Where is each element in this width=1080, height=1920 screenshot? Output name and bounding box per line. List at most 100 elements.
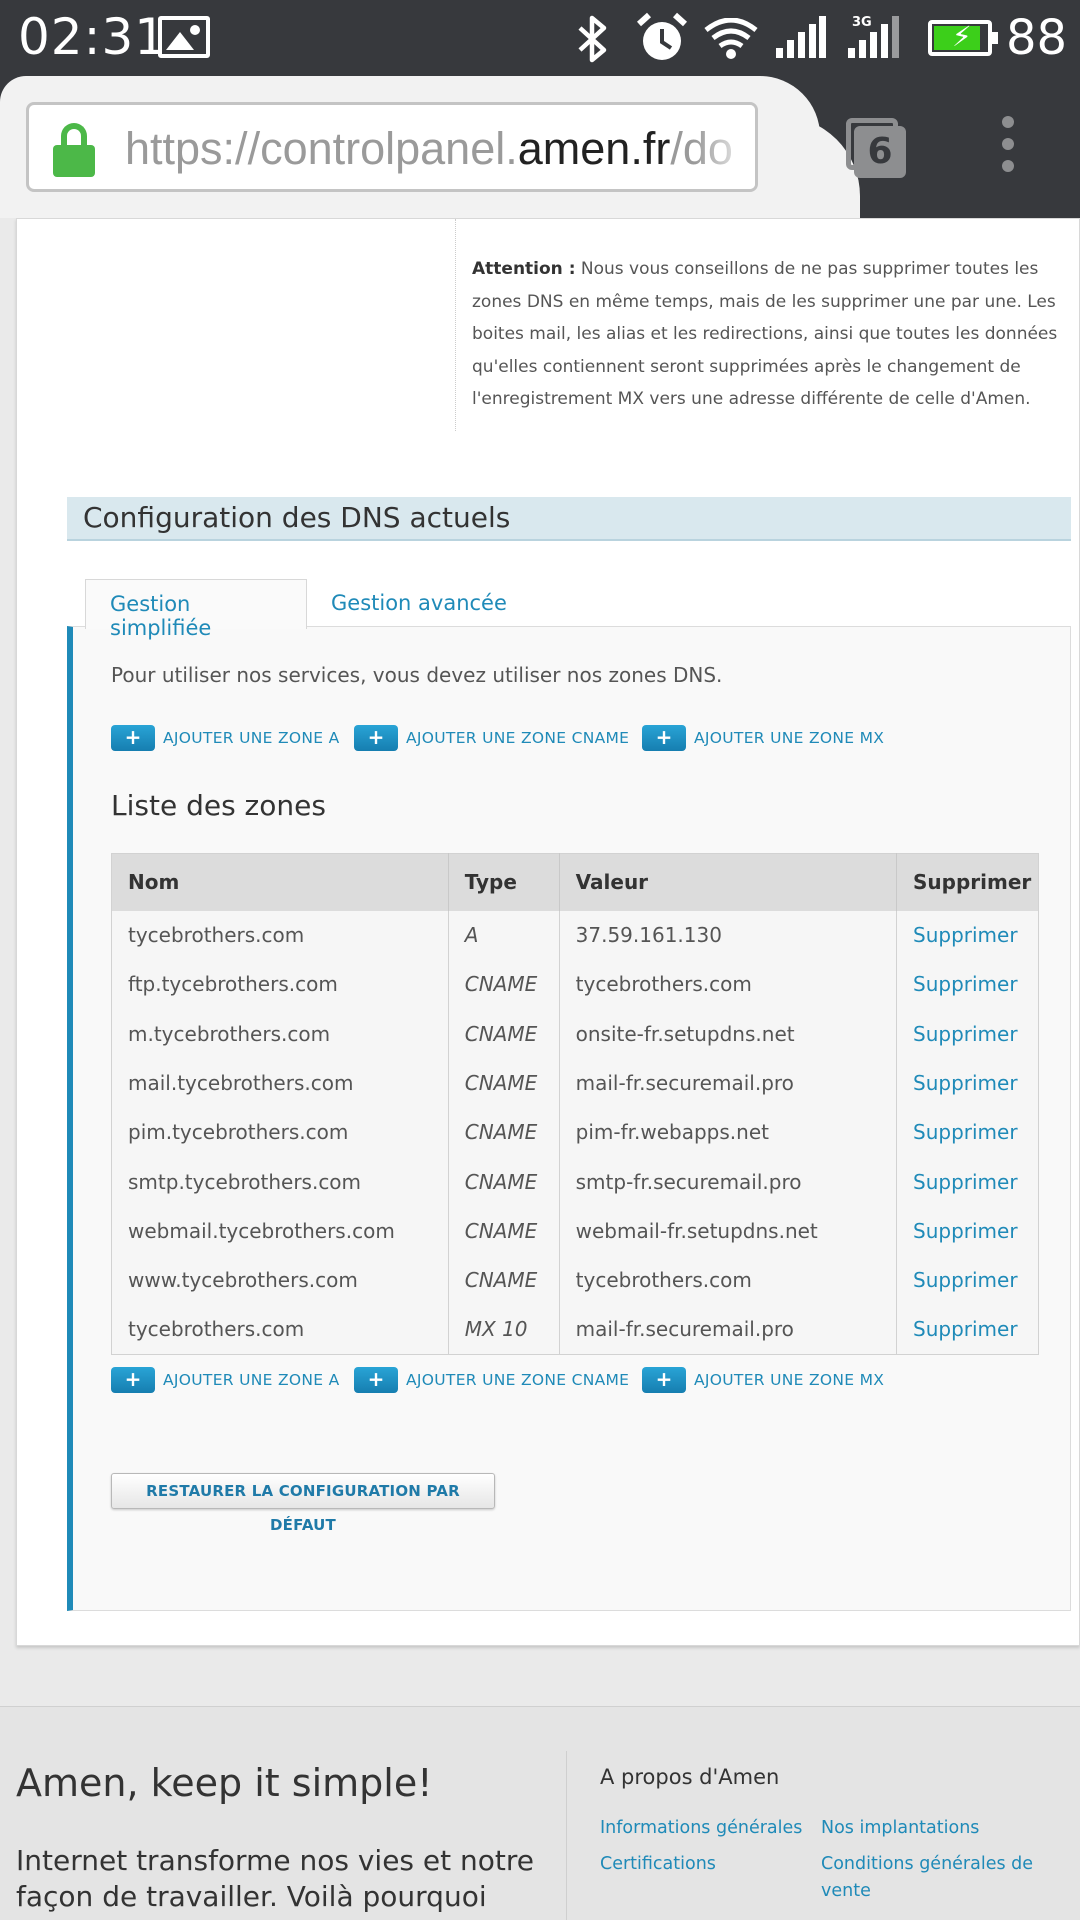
table-row: smtp.tycebrothers.com CNAME smtp-fr.secu…	[112, 1156, 1039, 1207]
table-row: tycebrothers.com A 37.59.161.130 Supprim…	[112, 910, 1039, 960]
zone-type: CNAME	[447, 1255, 560, 1305]
zones-table: Nom Type Valeur Supprimer tycebrothers.c…	[111, 853, 1039, 1355]
zone-name: www.tycebrothers.com	[128, 1268, 358, 1293]
attention-body: Nous vous conseillons de ne pas supprime…	[472, 259, 1058, 409]
zone-name: tycebrothers.com	[128, 1317, 305, 1342]
url-text[interactable]: https://controlpanel.amen.fr/do	[125, 123, 733, 175]
table-row: www.tycebrothers.com CNAME tycebrothers.…	[112, 1255, 1039, 1305]
zone-value: webmail-fr.setupdns.net	[558, 1206, 897, 1256]
zone-value: onsite-fr.setupdns.net	[558, 1009, 897, 1059]
battery-charging-icon: ⚡	[928, 20, 998, 56]
delete-zone-link[interactable]: Supprimer	[896, 910, 1039, 960]
wifi-icon	[704, 18, 758, 59]
zone-value: pim-fr.webapps.net	[558, 1107, 897, 1157]
tab-switcher-button[interactable]: 6	[846, 118, 906, 178]
table-row: m.tycebrothers.com CNAME onsite-fr.setup…	[112, 1009, 1039, 1059]
tab-gestion-simplifiee[interactable]: Gestion simplifiée	[85, 579, 307, 640]
add-zone-a-label: AJOUTER UNE ZONE A	[163, 1371, 340, 1389]
column-header-valeur: Valeur	[558, 853, 897, 911]
zone-value: mail-fr.securemail.pro	[558, 1058, 897, 1108]
status-bar: 02:31 3G ⚡ 88	[0, 0, 1080, 76]
tab-panel: Pour utiliser nos services, vous devez u…	[67, 626, 1071, 1611]
zone-type: CNAME	[447, 1058, 560, 1108]
web-page: Attention : Nous vous conseillons de ne …	[0, 218, 1080, 1920]
zone-name: m.tycebrothers.com	[128, 1021, 331, 1046]
zone-name: tycebrothers.com	[128, 923, 305, 948]
bluetooth-icon	[578, 15, 607, 63]
zone-type: MX 10	[447, 1304, 560, 1355]
section-header: Configuration des DNS actuels	[67, 497, 1071, 541]
add-zone-a-label: AJOUTER UNE ZONE A	[163, 729, 340, 747]
plus-icon: +	[354, 1367, 398, 1393]
zone-name: mail.tycebrothers.com	[128, 1071, 354, 1096]
add-zone-mx-label: AJOUTER UNE ZONE MX	[694, 1371, 885, 1389]
attention-notice: Attention : Nous vous conseillons de ne …	[455, 219, 1065, 431]
footer-link-certifications[interactable]: Certifications	[600, 1851, 716, 1878]
overflow-menu-icon[interactable]	[996, 116, 1020, 176]
plus-icon: +	[642, 725, 686, 751]
delete-zone-link[interactable]: Supprimer	[896, 1156, 1039, 1207]
footer-divider	[566, 1751, 567, 1920]
add-zone-cname-label: AJOUTER UNE ZONE CNAME	[406, 729, 630, 747]
panel-intro: Pour utiliser nos services, vous devez u…	[111, 663, 723, 687]
delete-zone-link[interactable]: Supprimer	[896, 1206, 1039, 1256]
column-header-type: Type	[447, 853, 560, 911]
battery-percent: 88	[1006, 10, 1068, 66]
alarm-icon	[636, 12, 688, 60]
zone-value: 37.59.161.130	[558, 910, 897, 960]
table-row: pim.tycebrothers.com CNAME pim-fr.webapp…	[112, 1107, 1039, 1157]
footer-link-informations-generales[interactable]: Informations générales	[600, 1815, 802, 1842]
tab-gestion-avancee[interactable]: Gestion avancée	[307, 579, 537, 627]
table-header-row: Nom Type Valeur Supprimer	[111, 853, 1039, 911]
footer-intro: Internet transforme nos vies et notre fa…	[16, 1844, 534, 1913]
plus-icon: +	[354, 725, 398, 751]
zone-type: CNAME	[447, 1107, 560, 1157]
browser-toolbar: https://controlpanel.amen.fr/do 6	[0, 76, 1080, 218]
url-prefix: https://controlpanel.	[125, 123, 518, 174]
zone-type: CNAME	[447, 1009, 560, 1059]
zone-value: tycebrothers.com	[558, 1255, 897, 1305]
attention-label: Attention :	[472, 259, 576, 279]
delete-zone-link[interactable]: Supprimer	[896, 1107, 1039, 1157]
site-footer: Amen, keep it simple! Internet transform…	[0, 1706, 1080, 1920]
delete-zone-link[interactable]: Supprimer	[896, 1304, 1039, 1355]
zone-type: CNAME	[447, 959, 560, 1010]
zone-value: smtp-fr.securemail.pro	[558, 1156, 897, 1207]
table-row: ftp.tycebrothers.com CNAME tycebrothers.…	[112, 959, 1039, 1010]
zone-type: CNAME	[447, 1156, 560, 1207]
table-row: mail.tycebrothers.com CNAME mail-fr.secu…	[112, 1058, 1039, 1108]
add-zone-cname-label: AJOUTER UNE ZONE CNAME	[406, 1371, 630, 1389]
signal-3g-icon: 3G	[848, 15, 899, 58]
plus-icon: +	[111, 725, 155, 751]
plus-icon: +	[642, 1367, 686, 1393]
zone-value: mail-fr.securemail.pro	[558, 1304, 897, 1355]
tab-count: 6	[854, 126, 906, 178]
footer-link-nos-implantations[interactable]: Nos implantations	[821, 1815, 979, 1842]
column-header-nom: Nom	[111, 853, 449, 911]
zones-title: Liste des zones	[111, 789, 326, 822]
zone-type: A	[447, 910, 560, 960]
lock-icon	[53, 123, 95, 177]
delete-zone-link[interactable]: Supprimer	[896, 1255, 1039, 1305]
zone-name: smtp.tycebrothers.com	[128, 1169, 362, 1194]
zone-type: CNAME	[447, 1206, 560, 1256]
attention-text: Attention : Nous vous conseillons de ne …	[472, 253, 1072, 416]
column-header-supprimer: Supprimer	[896, 853, 1039, 911]
restore-default-config-button[interactable]: RESTAURER LA CONFIGURATION PAR DÉFAUT	[111, 1473, 495, 1534]
image-icon	[158, 16, 210, 58]
zone-name: pim.tycebrothers.com	[128, 1120, 349, 1145]
delete-zone-link[interactable]: Supprimer	[896, 959, 1039, 1010]
delete-zone-link[interactable]: Supprimer	[896, 1058, 1039, 1108]
add-zone-mx-label: AJOUTER UNE ZONE MX	[694, 729, 885, 747]
plus-icon: +	[111, 1367, 155, 1393]
zone-value: tycebrothers.com	[558, 959, 897, 1010]
footer-slogan: Amen, keep it simple!	[16, 1761, 433, 1805]
zone-name: ftp.tycebrothers.com	[128, 972, 338, 997]
footer-link-conditions-generales[interactable]: Conditions générales de vente	[821, 1851, 1041, 1905]
footer-about-title: A propos d'Amen	[600, 1765, 780, 1789]
status-time: 02:31	[18, 8, 168, 66]
url-bar[interactable]: https://controlpanel.amen.fr/do	[26, 102, 758, 192]
delete-zone-link[interactable]: Supprimer	[896, 1009, 1039, 1059]
table-row: webmail.tycebrothers.com CNAME webmail-f…	[112, 1206, 1039, 1256]
signal-icon	[776, 16, 826, 58]
